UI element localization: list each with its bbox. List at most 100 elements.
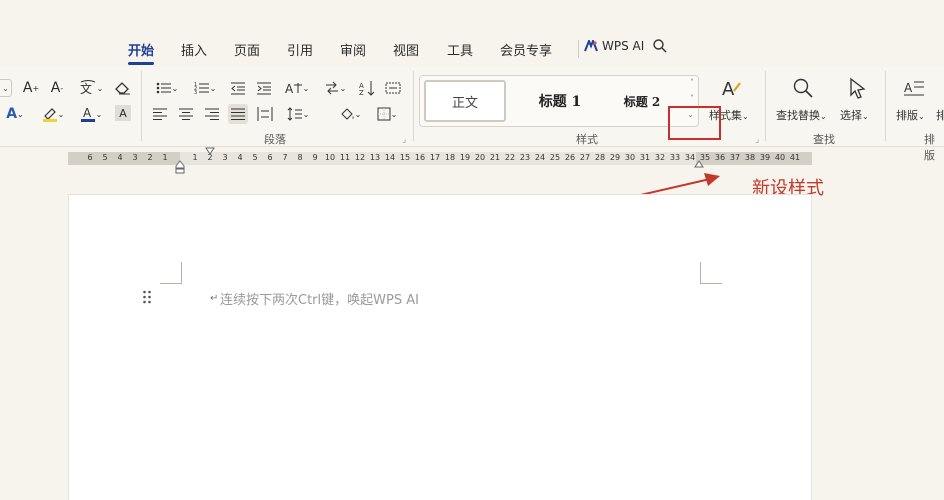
numbered-list-button[interactable]: 123 ⌄	[190, 79, 220, 97]
search-icon[interactable]	[652, 38, 668, 58]
find-replace-button[interactable]: 查找替换⌄	[776, 107, 827, 123]
char-shading-button[interactable]: A	[115, 105, 131, 121]
layout-button[interactable]: 排版⌄	[896, 107, 925, 123]
sort-icon[interactable]: AZ	[357, 79, 377, 97]
dialog-launcher-icon[interactable]: ⌟	[755, 135, 759, 145]
tab-review[interactable]: 审阅	[340, 40, 366, 59]
select-button[interactable]: 选择⌄	[840, 107, 869, 123]
tab-view[interactable]: 视图	[393, 40, 419, 59]
phonetic-guide-button[interactable]: 文 ⌄	[76, 79, 106, 97]
ruler-tick: 9	[312, 153, 318, 162]
chevron-down-icon: ⌄	[339, 83, 347, 93]
find-icon[interactable]	[790, 75, 816, 101]
ruler-tick: 30	[624, 153, 636, 162]
style-set-icon[interactable]: A	[714, 75, 748, 101]
chevron-down-icon: ⌄	[95, 109, 103, 119]
left-indent-marker[interactable]	[175, 160, 185, 174]
tab-member[interactable]: 会员专享	[500, 40, 552, 59]
borders-button[interactable]: ⌄	[372, 105, 402, 123]
truncated-button-label[interactable]: 排	[936, 107, 944, 123]
ruler-tick: 1	[162, 153, 168, 162]
ruler-tick: 12	[354, 153, 366, 162]
layout-icon[interactable]: A	[902, 75, 926, 101]
document-page[interactable]	[68, 194, 812, 500]
layout-group-label: 排版	[924, 133, 935, 162]
ruler-tick: 15	[399, 153, 411, 162]
tab-tools[interactable]: 工具	[447, 40, 473, 59]
tab-home[interactable]: 开始	[128, 40, 155, 65]
find-group-label: 查找	[813, 133, 835, 146]
align-left-icon[interactable]	[151, 105, 169, 123]
shrink-font-button[interactable]: A-	[48, 79, 66, 97]
distributed-align-icon[interactable]	[255, 105, 275, 123]
ruler-tick: 10	[324, 153, 336, 162]
grow-font-button[interactable]: A +	[22, 79, 40, 97]
ruler-tick: 37	[729, 153, 741, 162]
chevron-up-icon[interactable]: ˄	[690, 78, 694, 87]
style-normal[interactable]: 正文	[424, 80, 506, 122]
ruler-tick: 18	[444, 153, 456, 162]
ruler-tick: 26	[564, 153, 576, 162]
drag-handle-icon[interactable]	[142, 289, 152, 305]
menu-bar: 开始 插入 页面 引用 审阅 视图 工具 会员专享 WPS AI	[0, 36, 944, 65]
show-marks-icon[interactable]	[384, 79, 402, 97]
tab-page[interactable]: 页面	[234, 40, 260, 59]
eraser-icon[interactable]	[114, 79, 132, 97]
align-justify-icon[interactable]	[228, 104, 248, 124]
ai-hint-placeholder[interactable]: 连续按下两次Ctrl键，唤起WPS AI	[220, 289, 419, 308]
ruler-tick: 31	[639, 153, 651, 162]
text-effect-button[interactable]: A ⌄	[0, 105, 30, 123]
shading-button[interactable]: ⌄	[335, 105, 365, 123]
ruler-tick: 20	[474, 153, 486, 162]
tab-insert[interactable]: 插入	[181, 40, 207, 59]
chinese-layout-button[interactable]: A ⌄	[282, 79, 312, 97]
ruler-tick: 33	[669, 153, 681, 162]
grow-font-icon: A	[22, 80, 33, 96]
line-spacing-icon	[287, 107, 302, 121]
first-line-indent-marker[interactable]	[205, 147, 215, 155]
font-color-button[interactable]: A ⌄	[76, 105, 106, 123]
paragraph-mark: ↵	[210, 293, 219, 304]
ruler-tick: 22	[504, 153, 516, 162]
ruler-tick: 8	[297, 153, 303, 162]
text-direction-button[interactable]: ⌄	[320, 79, 350, 97]
chevron-down-icon: ⌄	[302, 109, 310, 119]
paragraph-group-label: 段落	[264, 133, 286, 146]
crop-mark-top-right	[700, 262, 722, 284]
right-indent-marker[interactable]	[694, 160, 704, 168]
align-right-icon[interactable]	[203, 105, 221, 123]
chevron-down-icon[interactable]: ˅	[690, 94, 694, 103]
line-spacing-button[interactable]: ⌄	[283, 105, 313, 123]
chevron-down-icon: ⌄	[17, 109, 24, 119]
dialog-launcher-icon[interactable]: ⌟	[402, 135, 406, 145]
ruler-tick: 28	[594, 153, 606, 162]
chinese-layout-icon: A	[285, 82, 302, 95]
chevron-down-icon: ⌄	[390, 109, 398, 119]
ruler-tick: 3	[132, 153, 138, 162]
cursor-icon[interactable]	[845, 75, 871, 101]
ruler-tick: 4	[237, 153, 243, 162]
bullet-list-button[interactable]: ⌄	[152, 79, 182, 97]
style-heading-1[interactable]: 标题 1	[512, 80, 608, 122]
styles-group-label: 样式	[576, 133, 598, 146]
decrease-indent-icon[interactable]	[229, 79, 247, 97]
ruler-tick: 5	[102, 153, 108, 162]
style-heading-2[interactable]: 标题 2	[610, 80, 674, 122]
tab-references[interactable]: 引用	[287, 40, 313, 59]
wps-ai-button[interactable]: WPS AI	[584, 39, 644, 53]
text-direction-icon	[325, 81, 338, 95]
ruler-tick: 5	[252, 153, 258, 162]
ruler-tick: 7	[282, 153, 288, 162]
ruler-tick: 40	[774, 153, 786, 162]
highlight-button[interactable]: ⌄	[38, 105, 68, 123]
chevron-down-icon: ⌄	[171, 83, 179, 93]
font-size-dropdown[interactable]: ⌄	[0, 79, 12, 97]
chevron-down-icon: ⌄	[2, 83, 9, 93]
style-gallery: 正文 标题 1 标题 2 ˄ ˅ ⌄	[419, 75, 699, 127]
chevron-down-icon: ⌄	[820, 112, 827, 121]
wps-ai-label: WPS AI	[602, 39, 645, 53]
increase-indent-icon[interactable]	[255, 79, 273, 97]
ruler-tick: 24	[534, 153, 546, 162]
ruler-tick: 13	[369, 153, 381, 162]
align-center-icon[interactable]	[177, 105, 195, 123]
